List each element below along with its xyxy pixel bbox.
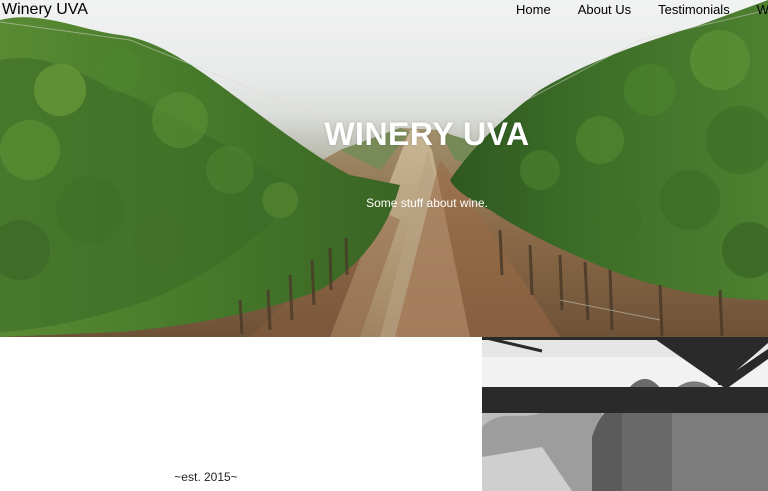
hero-subtitle: Some stuff about wine. bbox=[366, 196, 488, 210]
nav-links: Home About Us Testimonials Wi bbox=[516, 2, 768, 18]
hero-banner: Winery UVA Home About Us Testimonials Wi… bbox=[0, 0, 768, 337]
hero-title: WINERY UVA bbox=[324, 116, 530, 152]
vineyard-hero-image bbox=[0, 0, 768, 337]
nav-link-testimonials[interactable]: Testimonials bbox=[658, 2, 730, 18]
top-navigation: Winery UVA Home About Us Testimonials Wi bbox=[0, 0, 768, 22]
about-section: ~est. 2015~ bbox=[0, 337, 482, 491]
nav-link-wines[interactable]: Wi bbox=[757, 2, 768, 18]
established-year-text: ~est. 2015~ bbox=[174, 470, 238, 484]
brand-logo-text[interactable]: Winery UVA bbox=[2, 0, 88, 20]
winery-interior-photo bbox=[482, 337, 768, 491]
window-view-image bbox=[482, 337, 768, 491]
page: Winery UVA Home About Us Testimonials Wi… bbox=[0, 0, 768, 491]
nav-link-home[interactable]: Home bbox=[516, 2, 551, 18]
nav-link-about-us[interactable]: About Us bbox=[578, 2, 631, 18]
